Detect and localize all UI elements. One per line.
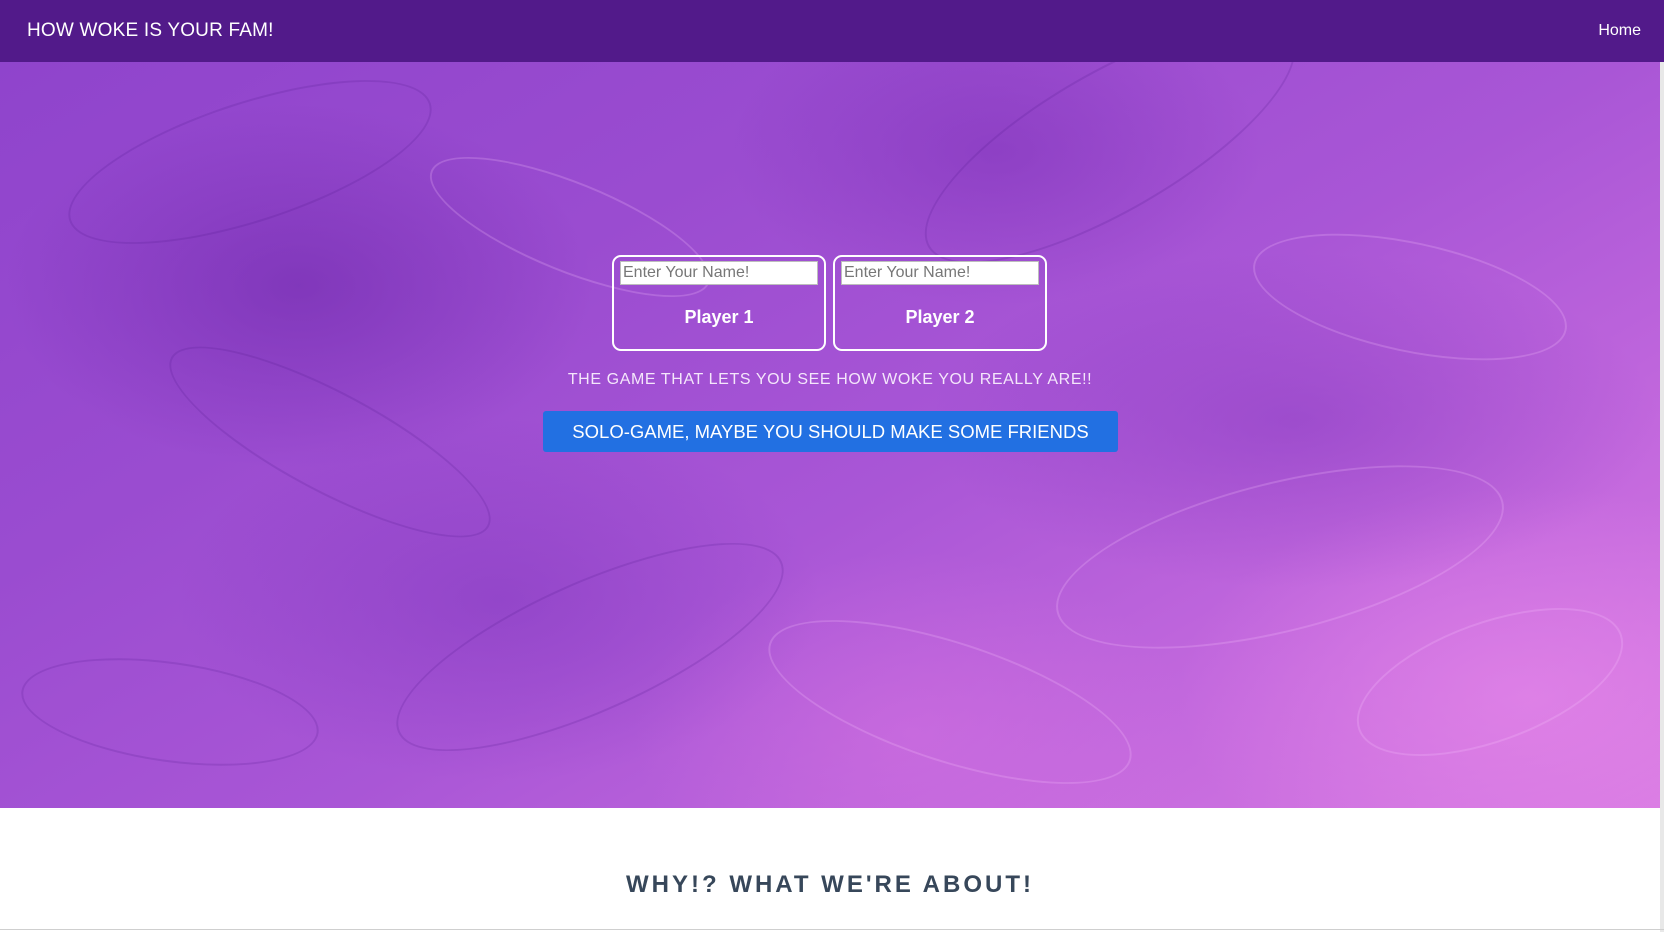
about-section-title: WHY!? WHAT WE'RE ABOUT!	[626, 871, 1034, 898]
player-1-name-input[interactable]	[620, 261, 818, 285]
player-1-card: Player 1	[612, 255, 826, 351]
ripple-decoration	[50, 62, 450, 278]
ripple-decoration	[1337, 577, 1643, 787]
ripple-decoration	[371, 502, 809, 792]
ripple-decoration	[147, 313, 513, 571]
ripple-decoration	[14, 641, 326, 783]
section-divider	[0, 929, 1664, 930]
nav-link-home[interactable]: Home	[1598, 22, 1641, 40]
top-navbar: HOW WOKE IS YOUR FAM! Home	[0, 0, 1664, 62]
player-2-card: Player 2	[833, 255, 1047, 351]
solo-game-button[interactable]: SOLO-GAME, MAYBE YOU SHOULD MAKE SOME FR…	[543, 411, 1118, 452]
ripple-decoration	[1242, 209, 1578, 385]
player-1-label: Player 1	[684, 307, 754, 327]
hero-section: Player 1 Player 2 THE GAME THAT LETS YOU…	[0, 62, 1660, 808]
hero-tagline: THE GAME THAT LETS YOU SEE HOW WOKE YOU …	[567, 371, 1093, 388]
player-cards: Player 1 Player 2	[612, 255, 1047, 351]
page-scrollbar[interactable]	[1660, 62, 1664, 932]
site-brand[interactable]: HOW WOKE IS YOUR FAM!	[27, 20, 274, 42]
player-2-name-input[interactable]	[841, 261, 1039, 285]
player-2-label: Player 2	[905, 307, 975, 327]
